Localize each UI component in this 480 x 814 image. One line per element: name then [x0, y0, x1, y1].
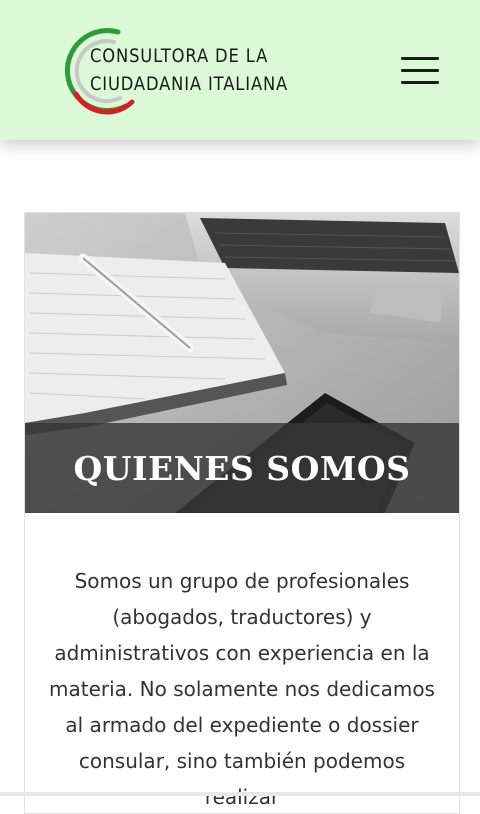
hamburger-icon-bar [401, 69, 439, 72]
about-description: Somos un grupo de profesionales (abogado… [49, 569, 435, 809]
hamburger-icon-bar [401, 81, 439, 84]
hamburger-menu-button[interactable] [401, 55, 441, 87]
page-divider [0, 792, 480, 796]
section-title: QUIENES SOMOS [73, 448, 411, 488]
logo-text: CONSULTORA DE LA CIUDADANIA ITALIANA [90, 42, 288, 98]
hamburger-icon [401, 57, 439, 60]
logo-line-2: CIUDADANIA ITALIANA [90, 73, 289, 95]
site-header: CONSULTORA DE LA CIUDADANIA ITALIANA [0, 0, 480, 140]
logo-line-1: CONSULTORA DE LA [90, 45, 269, 67]
about-card: QUIENES SOMOS Somos un grupo de profesio… [24, 212, 460, 814]
hero-image: QUIENES SOMOS [25, 213, 459, 513]
site-logo[interactable]: CONSULTORA DE LA CIUDADANIA ITALIANA [56, 24, 316, 116]
